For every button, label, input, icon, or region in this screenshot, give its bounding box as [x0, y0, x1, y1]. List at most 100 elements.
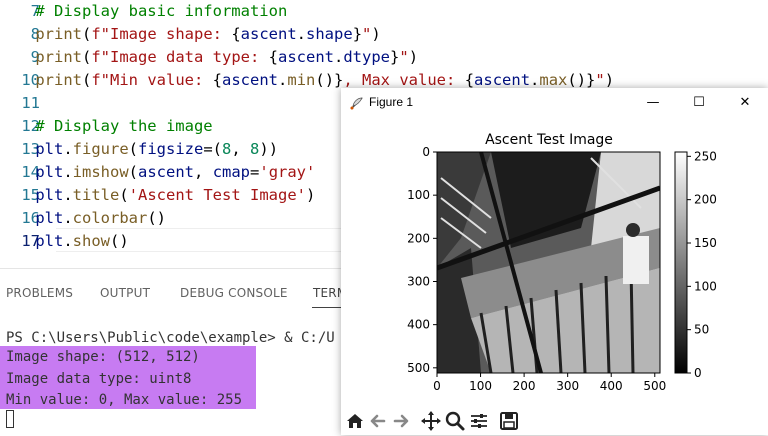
code-text: plt.figure(figsize=(8, 8))	[0, 138, 278, 161]
code-text: plt.colorbar()	[0, 207, 166, 230]
colorbar-tick-label: 250	[694, 149, 717, 163]
code-token: ))	[259, 140, 279, 158]
code-token: f"Image shape:	[91, 25, 232, 43]
code-token: plt	[35, 232, 64, 250]
code-text: plt.imshow(ascent, cmap='gray'	[0, 161, 315, 184]
code-token: ()	[110, 232, 129, 250]
code-text: plt.show()	[0, 230, 129, 253]
code-token: =	[250, 163, 260, 181]
code-token: ,	[231, 140, 251, 158]
code-token: title	[72, 186, 120, 204]
code-token: .	[63, 186, 73, 204]
configure-subplots-icon[interactable]	[468, 410, 490, 432]
code-token: min	[287, 71, 316, 89]
terminal-output-line: Image shape: (512, 512)	[6, 349, 200, 365]
colorbar-tick-label: 50	[694, 323, 709, 337]
tab-debug-console[interactable]: DEBUG CONSOLE	[180, 286, 288, 300]
code-token: ()}	[315, 71, 344, 89]
code-line[interactable]: 8 print(f"Image shape: {ascent.shape}")	[0, 23, 768, 46]
code-text: # Display basic information	[0, 0, 287, 23]
terminal-output-line: Image data type: uint8	[6, 371, 192, 387]
code-token: .	[63, 232, 73, 250]
code-token: ascent	[222, 71, 279, 89]
code-token: }	[390, 48, 400, 66]
code-token: "	[362, 25, 372, 43]
code-token: .	[63, 209, 73, 227]
code-token: (	[128, 163, 139, 181]
code-token: # Display basic information	[35, 2, 288, 20]
line-number: 11	[21, 94, 40, 112]
code-line[interactable]: 9 print(f"Image data type: {ascent.dtype…	[0, 46, 768, 69]
code-token: (	[82, 25, 92, 43]
code-text: # Display the image	[0, 115, 212, 138]
code-line[interactable]: 7 # Display basic information	[0, 0, 768, 23]
tab-problems[interactable]: PROBLEMS	[6, 286, 73, 300]
colorbar-tick-label: 150	[694, 236, 717, 250]
code-token: .	[530, 71, 540, 89]
code-token: colorbar	[72, 209, 148, 227]
y-axis: 0 100 200 300 400 500	[407, 145, 437, 375]
home-icon[interactable]	[344, 410, 366, 432]
colorbar-axis: 0 50 100 150 200 250	[687, 149, 717, 380]
code-token: }	[352, 25, 363, 43]
code-token: print	[35, 48, 82, 66]
figure-canvas[interactable]: Ascent Test Image 0 100 200 300 400 500 …	[341, 118, 768, 406]
ascent-image	[437, 152, 660, 373]
code-token: 'gray'	[259, 163, 316, 181]
code-token: cmap	[212, 163, 251, 181]
code-token: {	[212, 71, 223, 89]
code-token: "	[595, 71, 605, 89]
code-token: show	[72, 232, 110, 250]
figure-titlebar[interactable]: Figure 1 — ☐ ✕	[341, 88, 768, 118]
code-token: ()	[147, 209, 166, 227]
code-token: ,	[194, 163, 213, 181]
minimize-button[interactable]: —	[630, 88, 676, 118]
close-button[interactable]: ✕	[722, 88, 768, 118]
code-token: {	[268, 48, 278, 66]
code-token: (	[128, 140, 139, 158]
figure-window[interactable]: Figure 1 — ☐ ✕ Ascent Test Image 0 100 2…	[341, 88, 768, 435]
pan-icon[interactable]	[420, 410, 442, 432]
code-token: 8	[250, 140, 260, 158]
forward-icon[interactable]	[390, 410, 412, 432]
x-tick-label: 500	[643, 379, 666, 393]
x-axis: 0 100 200 300 400 500	[433, 373, 666, 393]
y-tick-label: 0	[422, 145, 430, 159]
code-token: ()}	[567, 71, 596, 89]
code-token: print	[35, 25, 82, 43]
code-token: max	[539, 71, 568, 89]
code-token: plt	[35, 186, 64, 204]
code-token: 'Ascent Test Image'	[128, 186, 306, 204]
code-token: {	[231, 25, 241, 43]
figure-window-title: Figure 1	[369, 95, 414, 109]
code-token: ascent	[138, 163, 195, 181]
matplotlib-feather-icon	[350, 97, 363, 110]
code-token: .	[296, 25, 307, 43]
code-token: dtype	[343, 48, 391, 66]
code-token: )	[306, 186, 316, 204]
code-token: {	[464, 71, 475, 89]
x-tick-label: 0	[433, 379, 441, 393]
back-icon[interactable]	[367, 410, 389, 432]
maximize-button[interactable]: ☐	[676, 88, 722, 118]
y-tick-label: 200	[407, 231, 430, 245]
colorbar-tick-label: 200	[694, 193, 717, 207]
code-token: plt	[35, 140, 64, 158]
tab-output[interactable]: OUTPUT	[100, 286, 150, 300]
code-token: 8	[222, 140, 232, 158]
code-text: plt.title('Ascent Test Image')	[0, 184, 315, 207]
code-token: .	[63, 163, 73, 181]
zoom-icon[interactable]	[444, 410, 466, 432]
code-token: )	[604, 71, 615, 89]
y-tick-label: 400	[407, 318, 430, 332]
save-icon[interactable]	[498, 410, 520, 432]
